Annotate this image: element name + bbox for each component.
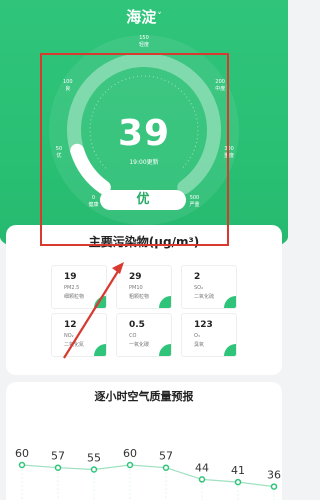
forecast-chart: 60 57 55 60 57 44 41 36 (15, 447, 281, 500)
forecast-point (18, 461, 26, 469)
forecast-point (54, 464, 62, 471)
forecast-value-label: 36 (267, 469, 281, 482)
forecast-value-label: 60 (15, 447, 29, 460)
forecast-value-label: 41 (231, 464, 245, 477)
forecast-value-label: 55 (87, 452, 101, 465)
forecast-value-label: 57 (51, 450, 65, 463)
forecast-value-label: 57 (159, 450, 173, 463)
forecast-point (126, 461, 134, 469)
forecast-point (234, 478, 242, 486)
forecast-point (90, 466, 98, 473)
forecast-point (162, 464, 170, 471)
forecast-point (270, 483, 278, 490)
forecast-point (198, 476, 206, 483)
forecast-value-label: 44 (195, 461, 209, 474)
forecast-value-label: 60 (123, 447, 137, 460)
